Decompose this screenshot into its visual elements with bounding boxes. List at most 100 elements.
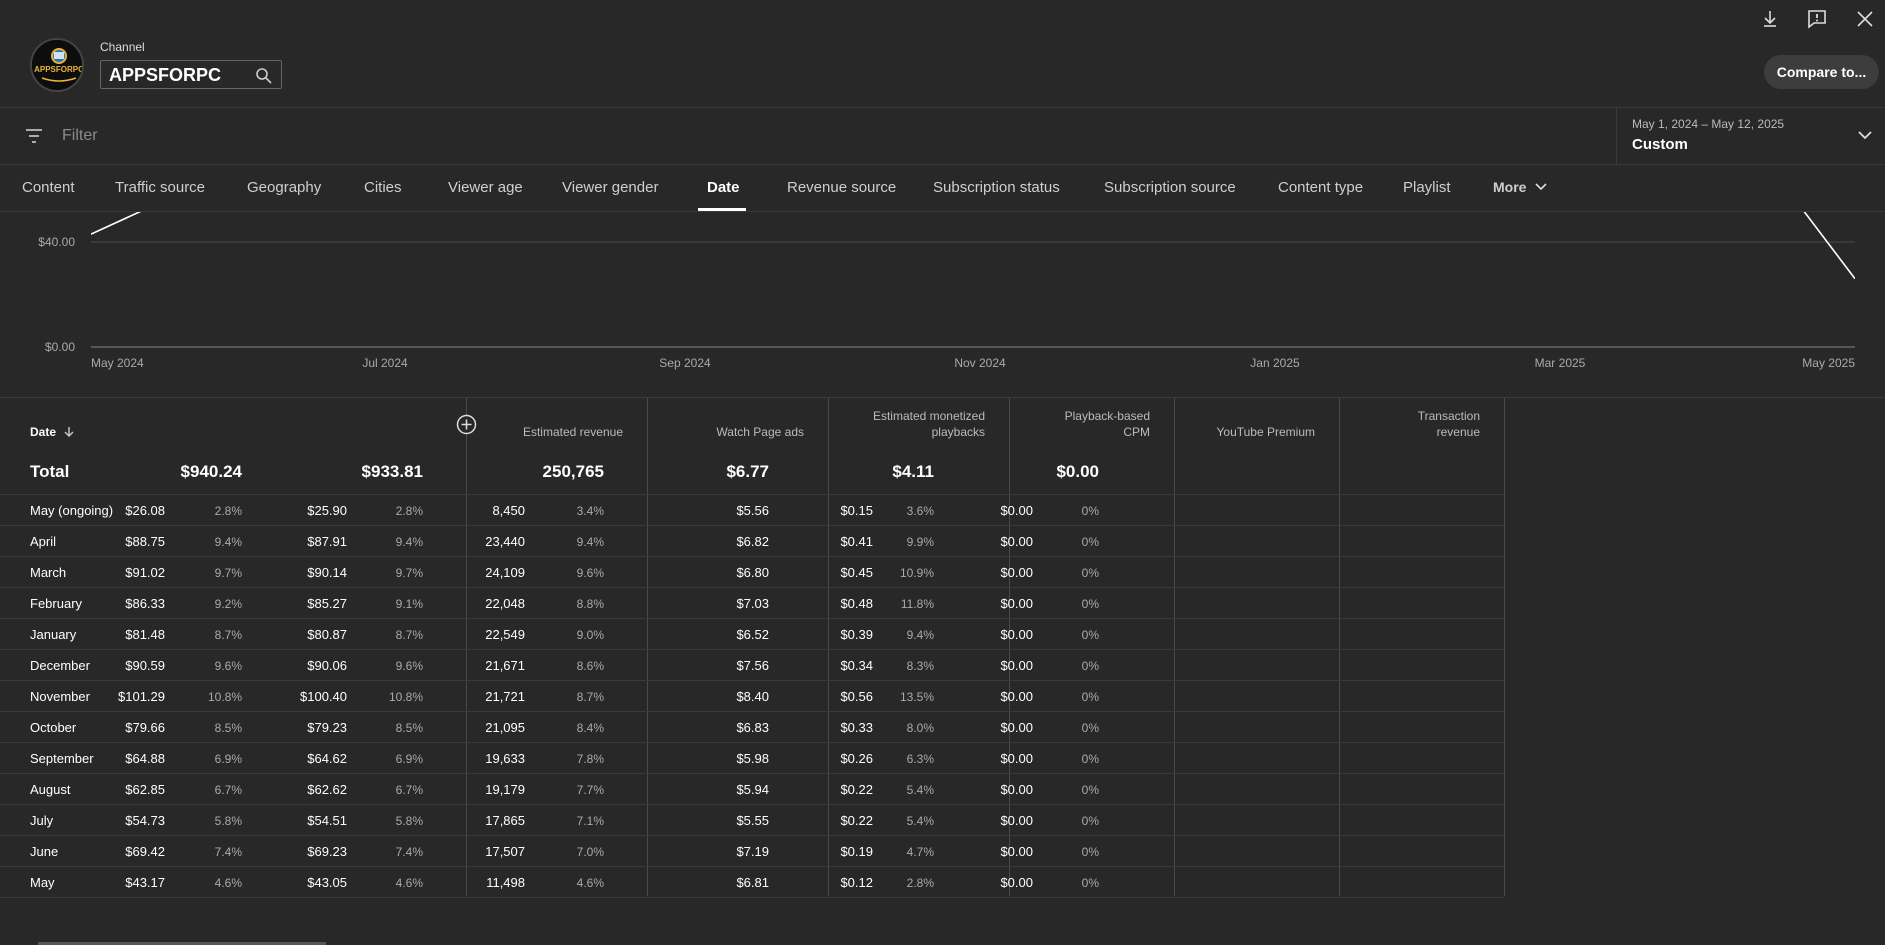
active-tab-indicator (698, 208, 746, 211)
close-icon[interactable] (1854, 8, 1876, 30)
row-value: $0.12 (840, 875, 873, 890)
row-percent: 0% (1081, 504, 1099, 518)
table-row[interactable]: June $69.42 7.4% $69.23 7.4% 17,507 7.0% $7.19 $… (0, 836, 1504, 867)
row-value: $0.22 (840, 782, 873, 797)
column-header-line: CPM (1123, 425, 1150, 439)
channel-logo: APPSFORPC (32, 40, 82, 90)
row-value: $6.83 (736, 720, 769, 735)
column-header-line: Transaction (1417, 409, 1480, 423)
tab-viewer-gender[interactable]: Viewer gender (562, 179, 658, 196)
row-value: $7.19 (736, 844, 769, 859)
add-metric-icon[interactable] (456, 414, 477, 435)
row-percent: 9.1% (395, 597, 423, 611)
x-tick-label: May 2024 (91, 356, 144, 370)
row-value: $90.06 (307, 658, 347, 673)
table-row[interactable]: August $62.85 6.7% $62.62 6.7% 19,179 7.7% $5.9… (0, 774, 1504, 805)
channel-selector[interactable]: APPSFORPC (100, 60, 282, 89)
row-value: $0.00 (1000, 782, 1033, 797)
column-header-line: Estimated revenue (522, 425, 623, 439)
row-value: $5.98 (736, 751, 769, 766)
feedback-icon[interactable] (1806, 8, 1828, 30)
column-header[interactable]: Transaction revenue (1418, 408, 1480, 440)
tab-playlist[interactable]: Playlist (1403, 179, 1451, 196)
column-header[interactable]: Playback-based CPM (1065, 408, 1150, 440)
tab-cities[interactable]: Cities (364, 179, 402, 196)
column-header[interactable]: YouTube Premium (1217, 424, 1316, 440)
row-value: 22,549 (485, 627, 525, 642)
tab-date[interactable]: Date (707, 179, 740, 196)
table-row[interactable]: October $79.66 8.5% $79.23 8.5% 21,095 8.4% $6.… (0, 712, 1504, 743)
row-percent: 5.4% (906, 814, 934, 828)
tab-viewer-age[interactable]: Viewer age (448, 179, 523, 196)
column-header-line: Estimated monetized (872, 409, 985, 423)
table-row[interactable]: January $81.48 8.7% $80.87 8.7% 22,549 9.0% $6.… (0, 619, 1504, 650)
row-percent: 8.4% (576, 721, 604, 735)
row-value: $25.90 (307, 503, 347, 518)
table-row[interactable]: May $43.17 4.6% $43.05 4.6% 11,498 4.6% $6.81 $0… (0, 867, 1504, 898)
row-value: $0.00 (1000, 534, 1033, 549)
row-value: $79.23 (307, 720, 347, 735)
row-value: $0.00 (1000, 813, 1033, 828)
table-row[interactable]: November $101.29 10.8% $100.40 10.8% 21,721 8.… (0, 681, 1504, 712)
row-value: $54.73 (125, 813, 165, 828)
tab-revenue-source[interactable]: Revenue source (787, 179, 896, 196)
chevron-down-icon (1858, 131, 1872, 140)
row-value: $0.00 (1000, 596, 1033, 611)
row-percent: 9.4% (906, 628, 934, 642)
total-value: $940.24 (180, 462, 242, 481)
download-icon[interactable] (1759, 8, 1781, 30)
row-percent: 5.8% (214, 814, 242, 828)
tab-content[interactable]: Content (22, 179, 75, 196)
tab-more[interactable]: More (1493, 179, 1548, 195)
filter-icon[interactable] (24, 127, 44, 145)
tab-content-type[interactable]: Content type (1278, 179, 1363, 196)
column-header-line: playbacks (931, 425, 985, 439)
table-row[interactable]: March $91.02 9.7% $90.14 9.7% 24,109 9.6% $6.80… (0, 557, 1504, 588)
row-value: 22,048 (485, 596, 525, 611)
row-date-label: August (30, 782, 71, 797)
row-value: $0.26 (840, 751, 873, 766)
row-value: $80.87 (307, 627, 347, 642)
channel-header: APPSFORPC Channel APPSFORPC Compare to..… (0, 0, 1885, 108)
row-value: $7.03 (736, 596, 769, 611)
x-tick-label: May 2025 (1802, 356, 1855, 370)
row-value: $0.15 (840, 503, 873, 518)
tab-subscription-status[interactable]: Subscription status (933, 179, 1060, 196)
table-row[interactable]: December $90.59 9.6% $90.06 9.6% 21,671 8.6% $7… (0, 650, 1504, 681)
column-header-line: revenue (1436, 425, 1480, 439)
row-percent: 7.0% (576, 845, 604, 859)
row-percent: 2.8% (214, 504, 242, 518)
row-value: $5.94 (736, 782, 769, 797)
row-percent: 2.8% (906, 876, 934, 890)
table-row[interactable]: July $54.73 5.8% $54.51 5.8% 17,865 7.1% $5.55 $… (0, 805, 1504, 836)
table-row[interactable]: February $86.33 9.2% $85.27 9.1% 22,048 8.8% $7… (0, 588, 1504, 619)
tab-geography[interactable]: Geography (247, 179, 321, 196)
x-tick-label: Sep 2024 (659, 356, 711, 370)
column-header[interactable]: Estimated monetized playbacks (873, 408, 985, 440)
search-icon[interactable] (255, 67, 273, 85)
date-range-picker[interactable]: May 1, 2024 – May 12, 2025 Custom (1616, 108, 1885, 165)
date-preset: Custom (1632, 136, 1688, 153)
row-percent: 10.8% (388, 690, 423, 704)
row-percent: 4.6% (214, 876, 242, 890)
column-header[interactable]: Estimated revenue (523, 424, 623, 440)
row-date-label: February (30, 596, 83, 611)
table-row[interactable]: September $64.88 6.9% $64.62 6.9% 19,633 7.8% $… (0, 743, 1504, 774)
table-row[interactable]: April $88.75 9.4% $87.91 9.4% 23,440 9.4% $6.82… (0, 526, 1504, 557)
row-percent: 7.7% (576, 783, 604, 797)
table-row[interactable]: May (ongoing) $26.08 2.8% $25.90 2.8% 8,450 3.… (0, 495, 1504, 526)
sort-desc-icon[interactable] (63, 426, 75, 438)
tab-traffic-source[interactable]: Traffic source (115, 179, 205, 196)
date-column-header[interactable]: Date (30, 425, 75, 439)
channel-label: Channel (100, 40, 145, 54)
line-chart: $40.00 $0.00 May 2024 Jul 2024 Sep 2024 Nov 2… (38, 212, 1855, 370)
column-header[interactable]: Watch Page ads (716, 424, 804, 440)
row-percent: 4.6% (395, 876, 423, 890)
tab-subscription-source[interactable]: Subscription source (1104, 179, 1236, 196)
row-percent: 5.4% (906, 783, 934, 797)
row-value: $0.45 (840, 565, 873, 580)
compare-button[interactable]: Compare to... (1764, 55, 1879, 89)
row-value: 21,095 (485, 720, 525, 735)
row-value: 23,440 (485, 534, 525, 549)
filter-input[interactable] (62, 124, 962, 148)
